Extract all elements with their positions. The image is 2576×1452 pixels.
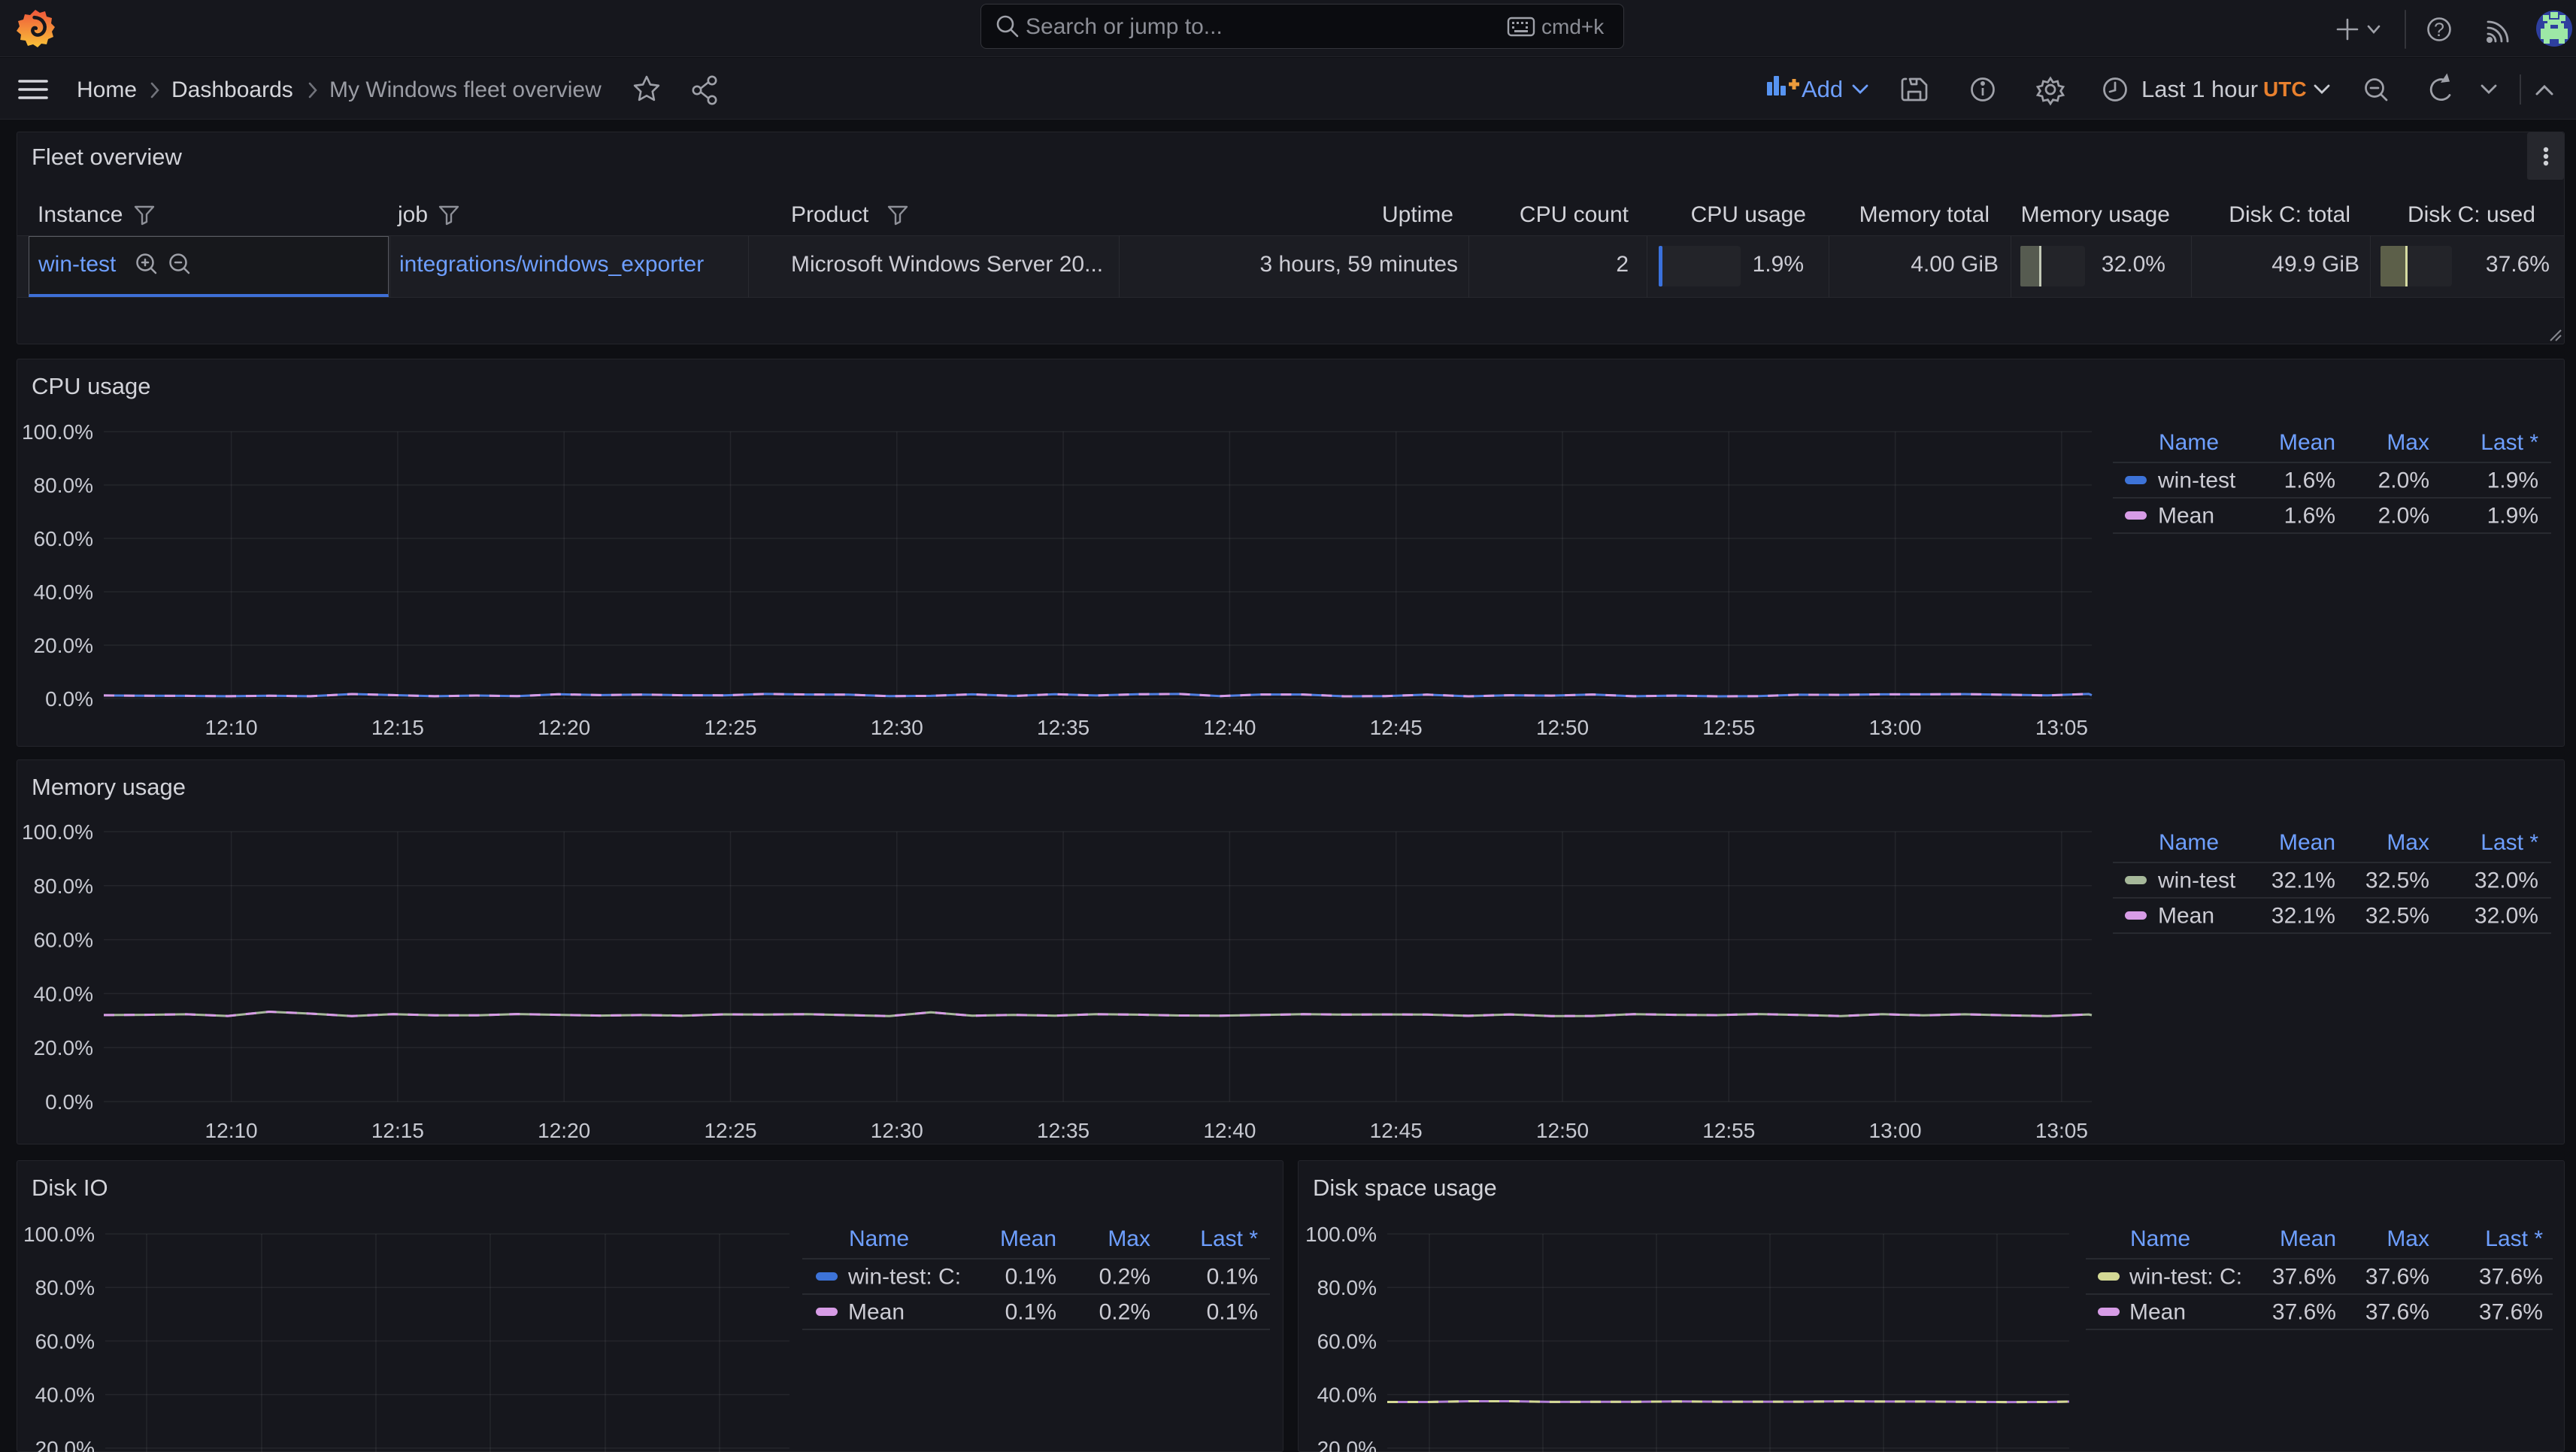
svg-text:100.0%: 100.0% [23,1223,95,1246]
svg-text:Mean: Mean [2280,1226,2336,1251]
svg-text:60.0%: 60.0% [35,1329,95,1353]
svg-text:win-test: win-test [2157,868,2236,893]
svg-text:1.9%: 1.9% [2487,504,2538,529]
svg-text:Last *: Last * [2481,430,2538,455]
svg-text:2.0%: 2.0% [2378,468,2429,493]
svg-text:60.0%: 60.0% [1317,1329,1377,1353]
svg-text:12:30: 12:30 [871,716,923,739]
svg-text:Mean: Mean [2279,830,2335,855]
svg-text:1.6%: 1.6% [2284,504,2335,529]
svg-text:Max: Max [2387,430,2429,455]
svg-text:12:35: 12:35 [1037,716,1089,739]
svg-text:32.5%: 32.5% [2365,868,2429,893]
svg-text:12:55: 12:55 [1702,1119,1755,1142]
svg-text:win-test: C:: win-test: C: [847,1265,961,1290]
svg-text:Name: Name [2159,830,2219,855]
svg-text:12:45: 12:45 [1370,716,1423,739]
svg-text:80.0%: 80.0% [35,1276,95,1299]
svg-text:1.9%: 1.9% [2487,468,2538,493]
svg-text:Max: Max [2387,830,2429,855]
svg-text:80.0%: 80.0% [34,474,93,497]
svg-text:0.2%: 0.2% [1099,1300,1150,1325]
svg-text:32.0%: 32.0% [2474,868,2538,893]
svg-text:37.6%: 37.6% [2272,1265,2336,1290]
svg-text:40.0%: 40.0% [1317,1384,1377,1407]
svg-text:37.6%: 37.6% [2272,1300,2336,1325]
svg-text:1.6%: 1.6% [2284,468,2335,493]
svg-text:Name: Name [849,1226,909,1251]
svg-text:Name: Name [2130,1226,2190,1251]
svg-text:Last 1 hour: Last 1 hour [2141,76,2258,102]
svg-text:13:05: 13:05 [2035,1119,2088,1142]
svg-text:60.0%: 60.0% [34,929,93,952]
svg-text:Last *: Last * [1200,1226,1258,1251]
svg-text:12:50: 12:50 [1536,716,1589,739]
svg-text:12:15: 12:15 [371,1119,424,1142]
svg-text:win-test: win-test [2157,468,2236,493]
svg-text:12:20: 12:20 [538,1119,590,1142]
svg-text:12:50: 12:50 [1536,1119,1589,1142]
svg-text:12:10: 12:10 [205,1119,258,1142]
svg-text:12:10: 12:10 [205,716,258,739]
svg-text:Mean: Mean [2279,430,2335,455]
svg-text:37.6%: 37.6% [2479,1300,2543,1325]
svg-text:80.0%: 80.0% [1317,1276,1377,1299]
svg-text:32.1%: 32.1% [2271,904,2335,929]
svg-text:12:40: 12:40 [1203,716,1256,739]
svg-text:100.0%: 100.0% [1305,1223,1377,1246]
svg-text:Last *: Last * [2485,1226,2543,1251]
svg-text:32.1%: 32.1% [2271,868,2335,893]
svg-text:37.6%: 37.6% [2365,1300,2429,1325]
svg-text:12:30: 12:30 [871,1119,923,1142]
svg-text:0.1%: 0.1% [1207,1300,1258,1325]
svg-text:12:55: 12:55 [1702,716,1755,739]
svg-text:32.0%: 32.0% [2474,904,2538,929]
svg-text:Add: Add [1802,76,1843,102]
svg-text:37.6%: 37.6% [2365,1265,2429,1290]
svg-text:0.2%: 0.2% [1099,1265,1150,1290]
svg-text:12:15: 12:15 [371,716,424,739]
svg-text:?: ? [2434,20,2444,41]
svg-text:Mean: Mean [2129,1300,2186,1325]
svg-text:20.0%: 20.0% [34,1036,93,1059]
svg-text:Max: Max [2387,1226,2429,1251]
svg-text:12:35: 12:35 [1037,1119,1089,1142]
svg-text:2.0%: 2.0% [2378,504,2429,529]
svg-text:20.0%: 20.0% [1317,1437,1377,1452]
svg-text:100.0%: 100.0% [22,820,93,844]
svg-text:13:00: 13:00 [1869,1119,1922,1142]
svg-text:Mean: Mean [2158,904,2214,929]
svg-text:40.0%: 40.0% [35,1384,95,1407]
svg-text:0.1%: 0.1% [1005,1300,1056,1325]
svg-text:12:25: 12:25 [704,716,756,739]
svg-text:0.0%: 0.0% [45,687,93,711]
svg-text:20.0%: 20.0% [34,634,93,657]
svg-text:UTC: UTC [2263,77,2307,101]
svg-text:13:05: 13:05 [2035,716,2088,739]
svg-text:Mean: Mean [2158,504,2214,529]
svg-text:12:20: 12:20 [538,716,590,739]
svg-text:12:45: 12:45 [1370,1119,1423,1142]
svg-text:40.0%: 40.0% [34,580,93,604]
svg-text:37.6%: 37.6% [2479,1265,2543,1290]
svg-text:0.1%: 0.1% [1207,1265,1258,1290]
svg-text:13:00: 13:00 [1869,716,1922,739]
svg-text:Mean: Mean [1000,1226,1056,1251]
svg-text:Last *: Last * [2481,830,2538,855]
svg-text:win-test: C:: win-test: C: [2129,1265,2242,1290]
svg-text:80.0%: 80.0% [34,875,93,898]
svg-text:20.0%: 20.0% [35,1437,95,1452]
svg-text:12:40: 12:40 [1203,1119,1256,1142]
svg-text:0.0%: 0.0% [45,1090,93,1114]
svg-text:40.0%: 40.0% [34,982,93,1005]
svg-text:100.0%: 100.0% [22,420,93,444]
svg-text:0.1%: 0.1% [1005,1265,1056,1290]
svg-text:12:25: 12:25 [704,1119,756,1142]
svg-text:60.0%: 60.0% [34,527,93,550]
svg-text:Name: Name [2159,430,2219,455]
svg-text:Mean: Mean [848,1300,905,1325]
svg-text:Max: Max [1108,1226,1150,1251]
svg-text:32.5%: 32.5% [2365,904,2429,929]
